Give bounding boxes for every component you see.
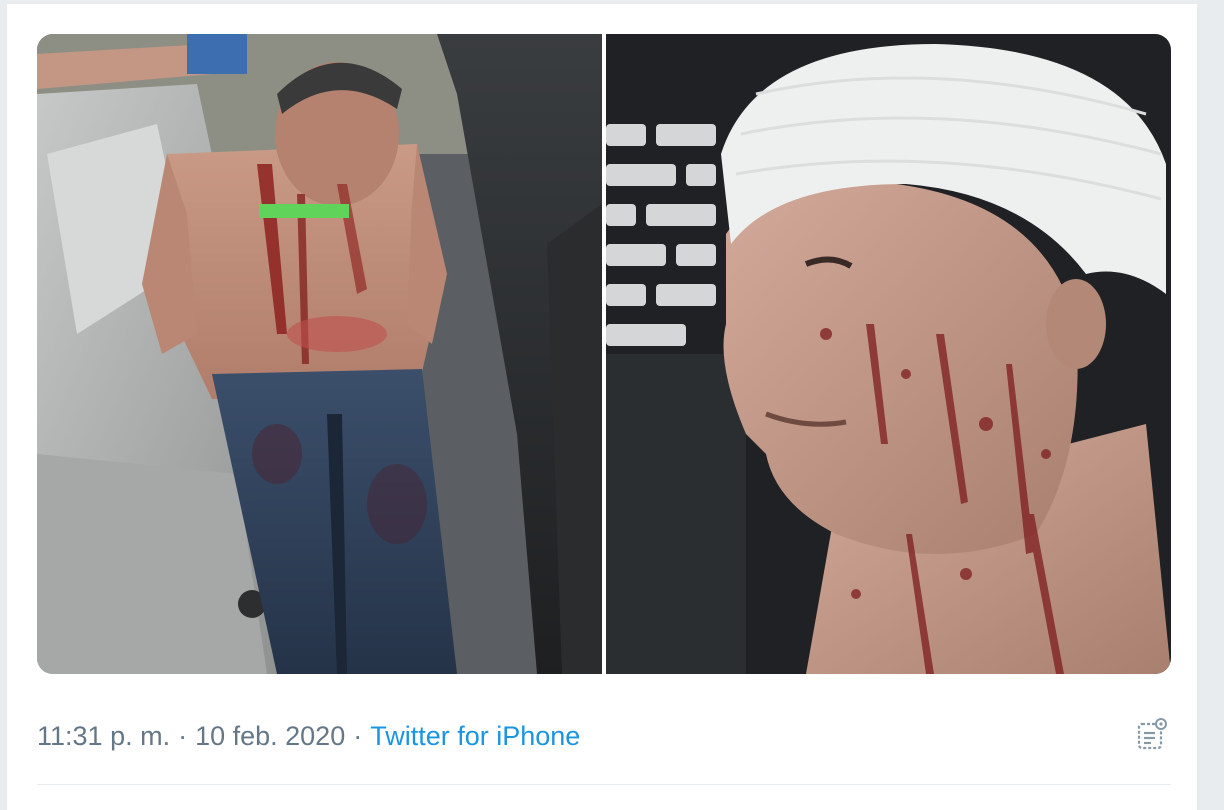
tweet-card: 11:31 p. m. · 10 feb. 2020 · Twitter for… <box>6 4 1198 810</box>
analytics-icon[interactable] <box>1133 716 1169 752</box>
tweet-photo-2[interactable] <box>606 34 1171 674</box>
tweet-meta: 11:31 p. m. · 10 feb. 2020 · Twitter for… <box>37 716 580 756</box>
tweet-time[interactable]: 11:31 p. m. <box>37 721 170 752</box>
photo-2-illustration <box>606 34 1171 674</box>
meta-separator: · <box>178 720 188 751</box>
media-grid <box>37 34 1171 674</box>
tweet-photo-1[interactable] <box>37 34 602 674</box>
tweet-date[interactable]: 10 feb. 2020 <box>195 721 345 752</box>
tweet-source-link[interactable]: Twitter for iPhone <box>370 721 580 752</box>
photo-1-illustration <box>37 34 602 674</box>
meta-separator: · <box>353 720 363 751</box>
divider <box>37 784 1171 785</box>
analytics-icon-graphic <box>1137 718 1167 750</box>
